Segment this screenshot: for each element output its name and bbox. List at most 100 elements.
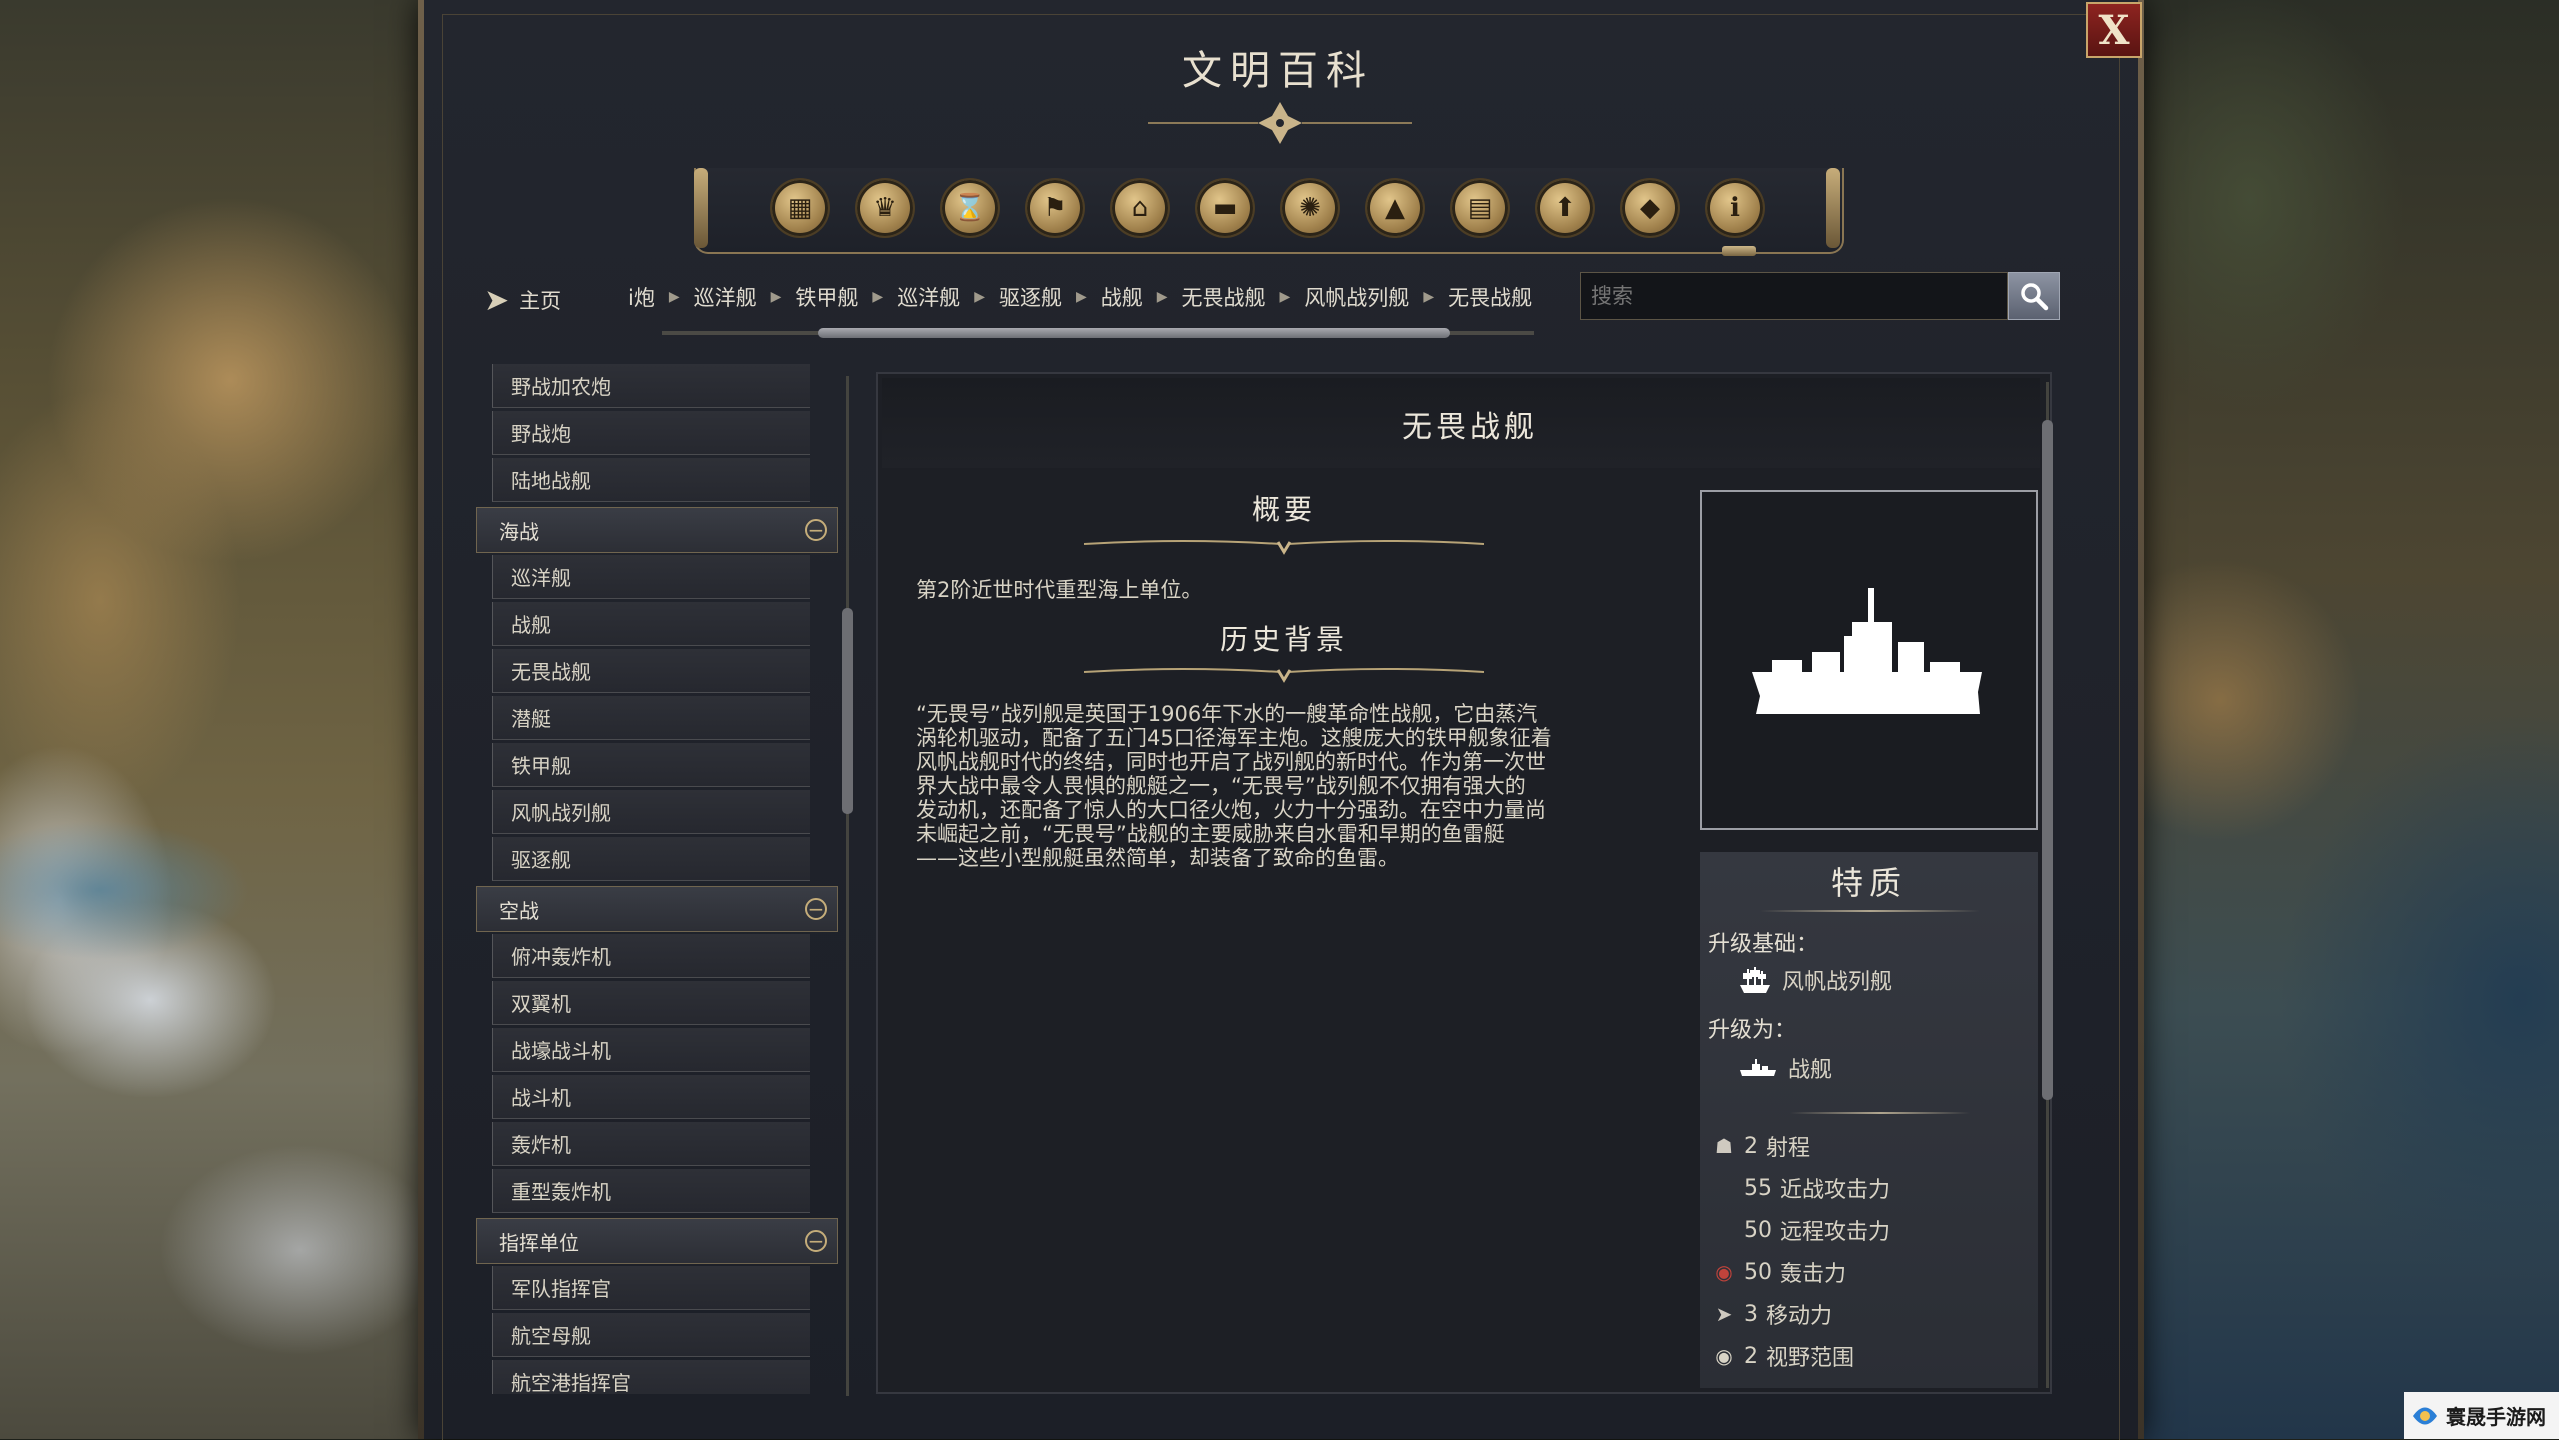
breadcrumb-separator-icon: ▶ xyxy=(974,289,985,305)
list-item[interactable]: 轰炸机 xyxy=(492,1122,810,1166)
list-item[interactable]: 航空母舰 xyxy=(492,1313,810,1357)
summary-ornament xyxy=(1084,540,1484,555)
breadcrumb-scrollbar[interactable] xyxy=(818,328,1450,338)
list-item[interactable]: 战舰 xyxy=(492,602,810,646)
close-button[interactable]: X xyxy=(2086,2,2142,58)
list-item[interactable]: 陆地战舰 xyxy=(492,458,810,502)
breadcrumb-item[interactable]: 巡洋舰 xyxy=(694,282,757,312)
category-label: 海战 xyxy=(499,519,539,544)
detail-scrollbar[interactable] xyxy=(2042,420,2053,1100)
history-text: “无畏号”战列舰是英国于1906年下水的一艘革命性战舰，它由蒸汽 涡轮机驱动，配… xyxy=(916,702,1552,870)
info-icon: ℹ xyxy=(1730,193,1740,223)
list-item[interactable]: 巡洋舰 xyxy=(492,555,810,599)
temple-icon: ⌂ xyxy=(1131,193,1149,223)
toolbar-button-3[interactable]: ⚑ xyxy=(1027,180,1083,236)
list-item[interactable]: 野战炮 xyxy=(492,411,810,455)
breadcrumb-separator-icon: ▶ xyxy=(770,289,782,305)
list-item[interactable]: 战壕战斗机 xyxy=(492,1028,810,1072)
list-item[interactable]: 双翼机 xyxy=(492,981,810,1025)
toolbar-button-6[interactable]: ✺ xyxy=(1282,180,1338,236)
traits-divider xyxy=(1760,910,1980,912)
stat-label: 轰击力 xyxy=(1780,1262,1847,1287)
breadcrumb-item[interactable]: 风帆战列舰 xyxy=(1304,282,1409,312)
page-title: 文明百科 xyxy=(1182,48,1374,94)
toolbar-button-0[interactable]: ▦ xyxy=(772,180,828,236)
toolbar-button-10[interactable]: ◆ xyxy=(1622,180,1678,236)
toolbar-button-4[interactable]: ⌂ xyxy=(1112,180,1168,236)
collapse-icon[interactable]: − xyxy=(805,519,827,541)
range-icon: ☗ xyxy=(1715,1134,1733,1158)
breadcrumb-item[interactable]: 无畏战舰 xyxy=(1448,282,1532,312)
stat-label: 近战攻击力 xyxy=(1780,1178,1891,1203)
list-category-header[interactable]: 指挥单位 − xyxy=(476,1218,838,1264)
stat-label: 移动力 xyxy=(1766,1304,1833,1329)
toolbar-cap-left xyxy=(694,168,708,248)
list-category-header[interactable]: 空战 − xyxy=(476,886,838,932)
collapse-icon[interactable]: − xyxy=(805,1230,827,1252)
trophy-icon: ♛ xyxy=(873,193,897,223)
list-item[interactable]: 野战加农炮 xyxy=(492,364,810,408)
list-item[interactable]: 战斗机 xyxy=(492,1075,810,1119)
stat-icon-blank xyxy=(1712,1218,1736,1242)
collapse-icon[interactable]: − xyxy=(805,898,827,920)
list-item[interactable]: 航空港指挥官 xyxy=(492,1360,810,1394)
search-input[interactable] xyxy=(1580,272,2008,320)
ship-of-the-line-icon xyxy=(1740,967,1770,993)
watermark-emblem-icon xyxy=(2413,1407,2437,1424)
resource-icon: ◆ xyxy=(1640,193,1660,223)
toolbar-button-8[interactable]: ▤ xyxy=(1452,180,1508,236)
background-map-right xyxy=(2140,0,2559,1439)
hourglass-icon: ⌛ xyxy=(953,193,987,223)
list-item[interactable]: 潜艇 xyxy=(492,696,810,740)
list-scrollbar[interactable] xyxy=(842,608,853,814)
civilopedia-units-icon: ▦ xyxy=(787,193,813,223)
window-border-right xyxy=(2138,0,2144,1439)
history-title: 历史背景 xyxy=(1219,623,1348,656)
toolbar-button-1[interactable]: ♛ xyxy=(857,180,913,236)
list-item[interactable]: 驱逐舰 xyxy=(492,837,810,881)
title-ornament xyxy=(1148,102,1412,144)
toolbar-button-9[interactable]: ⬆ xyxy=(1537,180,1593,236)
category-label: 指挥单位 xyxy=(499,1230,579,1255)
list-item[interactable]: 军队指挥官 xyxy=(492,1266,810,1310)
list-item[interactable]: 俯冲轰炸机 xyxy=(492,934,810,978)
upgrade-from-link[interactable]: 风帆战列舰 xyxy=(1738,964,1892,996)
toolbar-button-7[interactable]: ▲ xyxy=(1367,180,1423,236)
breadcrumb-item[interactable]: 战舰 xyxy=(1101,282,1143,312)
list-category-header[interactable]: 海战 − xyxy=(476,507,838,553)
breadcrumb-item[interactable]: 铁甲舰 xyxy=(795,282,858,312)
stat-row: ➤ 3 移动力 xyxy=(1712,1298,1832,1330)
upgrade-to-link[interactable]: 战舰 xyxy=(1738,1052,1832,1084)
stat-value: 2 xyxy=(1744,1133,1758,1159)
flag-icon: ⚑ xyxy=(1043,193,1067,223)
list-item[interactable]: 风帆战列舰 xyxy=(492,790,810,834)
stat-value: 50 xyxy=(1744,1217,1772,1243)
home-label: 主页 xyxy=(519,289,562,313)
search-button[interactable] xyxy=(2008,272,2060,320)
breadcrumb-item[interactable]: 无畏战舰 xyxy=(1182,282,1266,312)
toolbar-button-2[interactable]: ⌛ xyxy=(942,180,998,236)
home-button[interactable]: ➤ 主页 xyxy=(484,280,561,320)
toolbar-button-5[interactable]: ▬ xyxy=(1197,180,1253,236)
dreadnought-silhouette-icon xyxy=(1752,588,1982,714)
list-item[interactable]: 无畏战舰 xyxy=(492,649,810,693)
list-item[interactable]: 铁甲舰 xyxy=(492,743,810,787)
category-label: 空战 xyxy=(499,898,539,923)
toolbar-button-11[interactable]: ℹ xyxy=(1707,180,1763,236)
book-icon: ▬ xyxy=(1212,193,1238,223)
atom-icon: ✺ xyxy=(1299,193,1321,223)
movement-icon: ➤ xyxy=(1715,1302,1733,1326)
unit-name: 无畏战舰 xyxy=(1402,410,1538,445)
breadcrumb-separator-icon: ▶ xyxy=(668,289,680,305)
breadcrumb-item[interactable]: 驱逐舰 xyxy=(999,282,1062,312)
breadcrumb-item[interactable]: i炮 xyxy=(628,282,655,312)
list-item[interactable]: 重型轰炸机 xyxy=(492,1169,810,1213)
breadcrumb-separator-icon: ▶ xyxy=(1075,289,1087,305)
breadcrumb-item[interactable]: 巡洋舰 xyxy=(897,282,960,312)
breadcrumb-separator-icon: ▶ xyxy=(1423,289,1435,305)
list-scroll-track xyxy=(846,376,849,1396)
history-ornament xyxy=(1084,668,1484,683)
buildings-icon: ▤ xyxy=(1467,193,1493,223)
background-map-left xyxy=(0,0,420,1439)
bombard-icon: ◉ xyxy=(1715,1260,1733,1284)
